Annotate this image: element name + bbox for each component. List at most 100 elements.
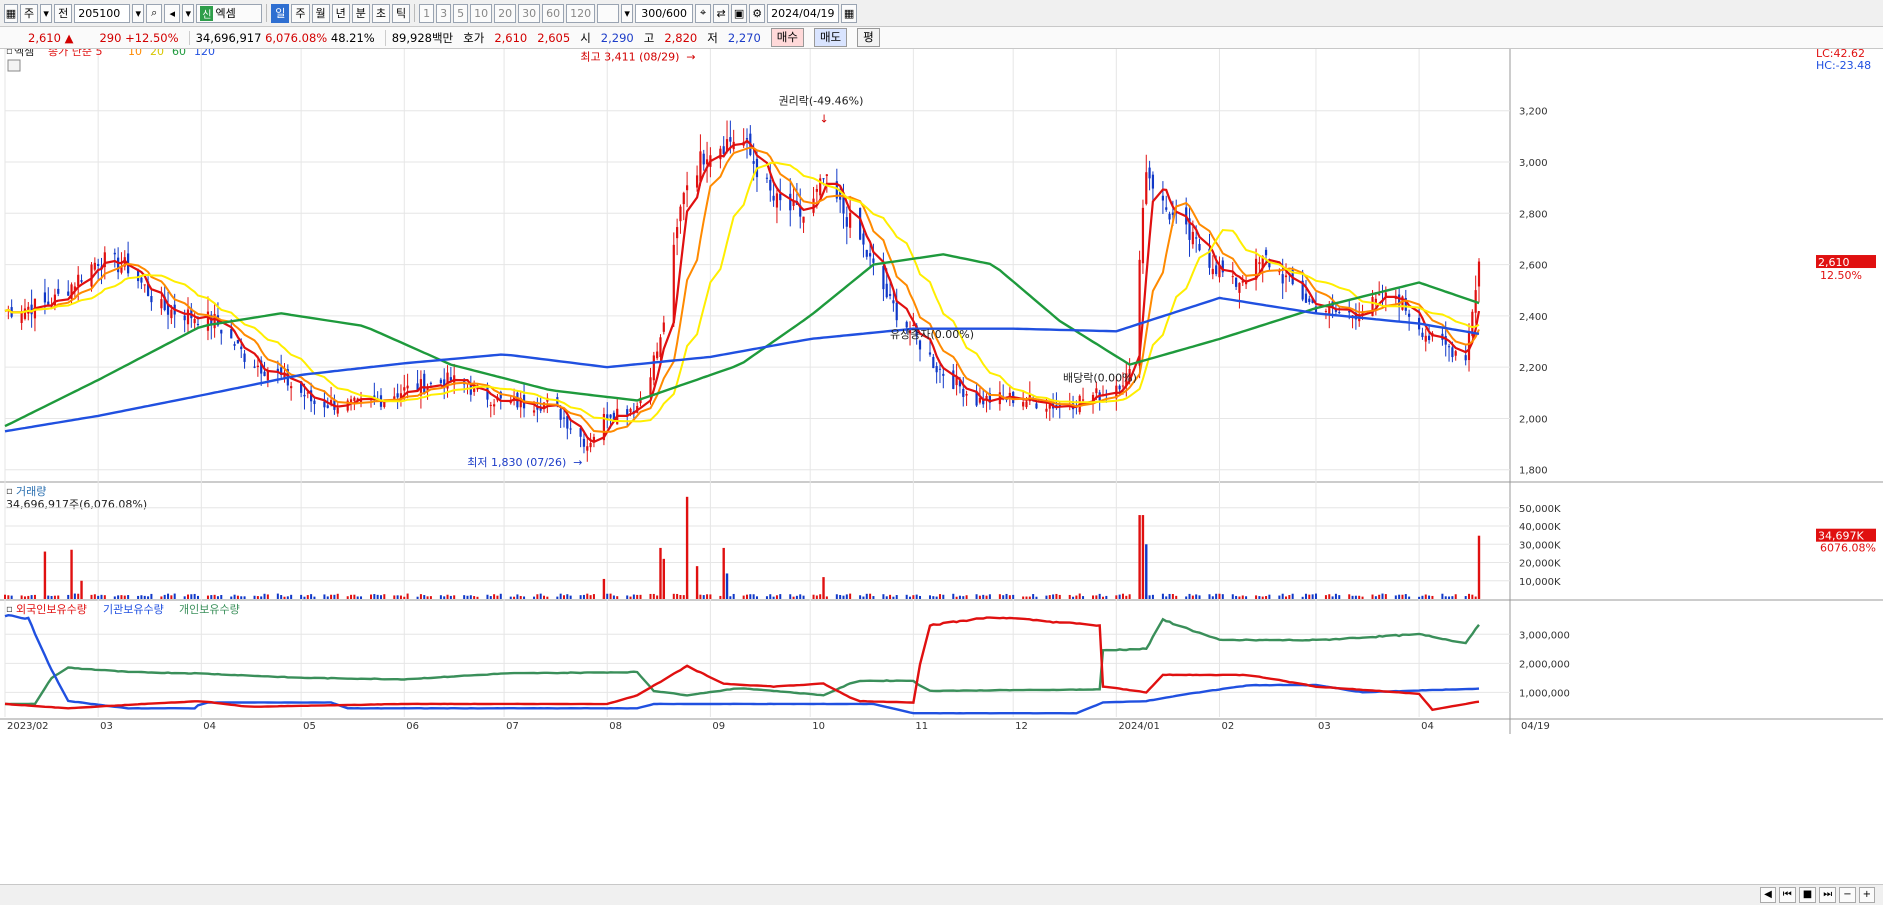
- candle-body: [1421, 332, 1424, 338]
- candle-body: [429, 382, 432, 384]
- scroll-first-icon[interactable]: ⏮: [1778, 887, 1796, 903]
- volume-bar: [629, 596, 632, 599]
- volume-bar: [1231, 594, 1234, 599]
- scroll-bar[interactable]: ◀ ⏮ ■ ⏭ − +: [0, 884, 1883, 905]
- interval-120[interactable]: 120: [566, 3, 596, 23]
- volume-bar: [360, 596, 363, 599]
- volume-bar: [1191, 595, 1194, 599]
- high-price: 2,820: [664, 30, 698, 45]
- candle-body: [313, 400, 316, 405]
- candle-body: [569, 428, 572, 430]
- volume-bar: [862, 596, 865, 599]
- interval-10[interactable]: 10: [470, 3, 493, 23]
- volume-bar: [825, 596, 828, 599]
- volume-bar: [636, 594, 639, 599]
- interval-5[interactable]: 5: [453, 3, 469, 23]
- price-tick-label: 2,600: [1519, 261, 1548, 272]
- ask-price-2: 2,605: [537, 30, 571, 45]
- candle-body: [80, 280, 83, 282]
- count-total: /600: [662, 6, 687, 20]
- volume-bar: [489, 596, 492, 599]
- interval-dropdown-icon[interactable]: ▾: [621, 3, 634, 23]
- crosshair-icon[interactable]: ⌖: [695, 3, 712, 23]
- stock-name-field[interactable]: 신 엑셈: [196, 3, 263, 23]
- save-icon[interactable]: ▣: [731, 3, 748, 23]
- interval-20[interactable]: 20: [494, 3, 517, 23]
- volume-last-pct: 6076.08%: [1820, 542, 1876, 555]
- search-icon[interactable]: ⌕: [146, 3, 163, 23]
- volume-bar: [835, 594, 838, 599]
- date-field[interactable]: 2024/04/19: [767, 3, 840, 23]
- x-tick-label: 04/19: [1521, 721, 1550, 732]
- period-second[interactable]: 초: [371, 3, 390, 23]
- volume-bar: [1394, 595, 1397, 599]
- volume-bar: [1268, 594, 1271, 599]
- volume-bar: [802, 595, 805, 599]
- period-day[interactable]: 일: [271, 3, 290, 23]
- volume-bar: [286, 596, 289, 599]
- scroll-last-icon[interactable]: ⏭: [1819, 887, 1837, 903]
- period-main-select[interactable]: 주: [20, 3, 39, 23]
- period-minute[interactable]: 분: [351, 3, 370, 23]
- market-select[interactable]: 전: [54, 3, 73, 23]
- period-month[interactable]: 월: [311, 3, 330, 23]
- candle-body: [186, 309, 190, 325]
- volume-bar: [962, 596, 965, 599]
- avg-button[interactable]: 평: [857, 28, 880, 47]
- count-field[interactable]: 300/600: [635, 3, 694, 23]
- split-icon[interactable]: ⇄: [713, 3, 730, 23]
- gear-icon[interactable]: ⚙: [749, 3, 766, 23]
- code-dropdown-icon[interactable]: ▾: [132, 3, 145, 23]
- code-input[interactable]: 205100: [74, 3, 131, 23]
- x-tick-label: 03: [1318, 721, 1331, 732]
- zoom-in-icon[interactable]: +: [1858, 887, 1875, 903]
- buy-button[interactable]: 매수: [770, 28, 804, 47]
- chart-area[interactable]: 2023/02 03 04 05 06 07 08 09 10 11 12 2024/01 02 03 04…: [0, 49, 1883, 884]
- volume-bar: [1418, 596, 1421, 599]
- candle-body: [20, 312, 23, 323]
- candle-body: [865, 249, 868, 257]
- holdings-tick-label: 1,000,000: [1519, 688, 1570, 699]
- candle-body: [905, 321, 908, 328]
- volume-bar: [350, 594, 353, 599]
- period-week[interactable]: 주: [291, 3, 310, 23]
- volume-bar: [300, 594, 303, 599]
- candle-body: [1454, 351, 1457, 356]
- interval-custom-input[interactable]: [597, 3, 620, 23]
- candle-body: [1025, 401, 1028, 408]
- volume-bar: [1354, 595, 1357, 599]
- sell-button[interactable]: 매도: [813, 28, 848, 47]
- volume-bar: [419, 594, 422, 599]
- scroll-left-icon[interactable]: ◀: [1760, 887, 1776, 903]
- credit-badge: 신: [200, 5, 214, 21]
- low-price: 2,270: [727, 30, 761, 45]
- volume-bar: [486, 594, 489, 599]
- period-tick[interactable]: 틱: [392, 3, 411, 23]
- interval-30[interactable]: 30: [518, 3, 541, 23]
- candle-body: [825, 174, 828, 176]
- chart-settings-button[interactable]: ▦: [4, 3, 18, 23]
- candle-body: [779, 193, 782, 201]
- candle-body: [662, 322, 665, 332]
- volume-bar: [97, 595, 100, 599]
- volume-bar: [173, 593, 176, 599]
- nav-dropdown-icon[interactable]: ▾: [182, 3, 195, 23]
- stop-icon[interactable]: ■: [1798, 887, 1817, 903]
- calendar-icon[interactable]: ▦: [841, 3, 858, 23]
- speaker-icon[interactable]: ◂: [164, 3, 181, 23]
- candle-body: [862, 233, 865, 245]
- volume-bar: [1448, 596, 1451, 599]
- volume-bar: [1404, 594, 1407, 599]
- volume-bar: [496, 595, 499, 599]
- interval-3[interactable]: 3: [436, 3, 452, 23]
- volume-bar: [213, 594, 216, 599]
- volume-spike-bar: [1145, 544, 1148, 599]
- volume-bar: [1128, 594, 1131, 599]
- period-year[interactable]: 년: [331, 3, 350, 23]
- chevron-down-icon[interactable]: ▾: [40, 3, 53, 23]
- interval-1[interactable]: 1: [419, 3, 435, 23]
- volume-bar: [952, 593, 955, 599]
- interval-60[interactable]: 60: [542, 3, 565, 23]
- candle-body: [845, 217, 848, 227]
- zoom-out-icon[interactable]: −: [1839, 887, 1856, 903]
